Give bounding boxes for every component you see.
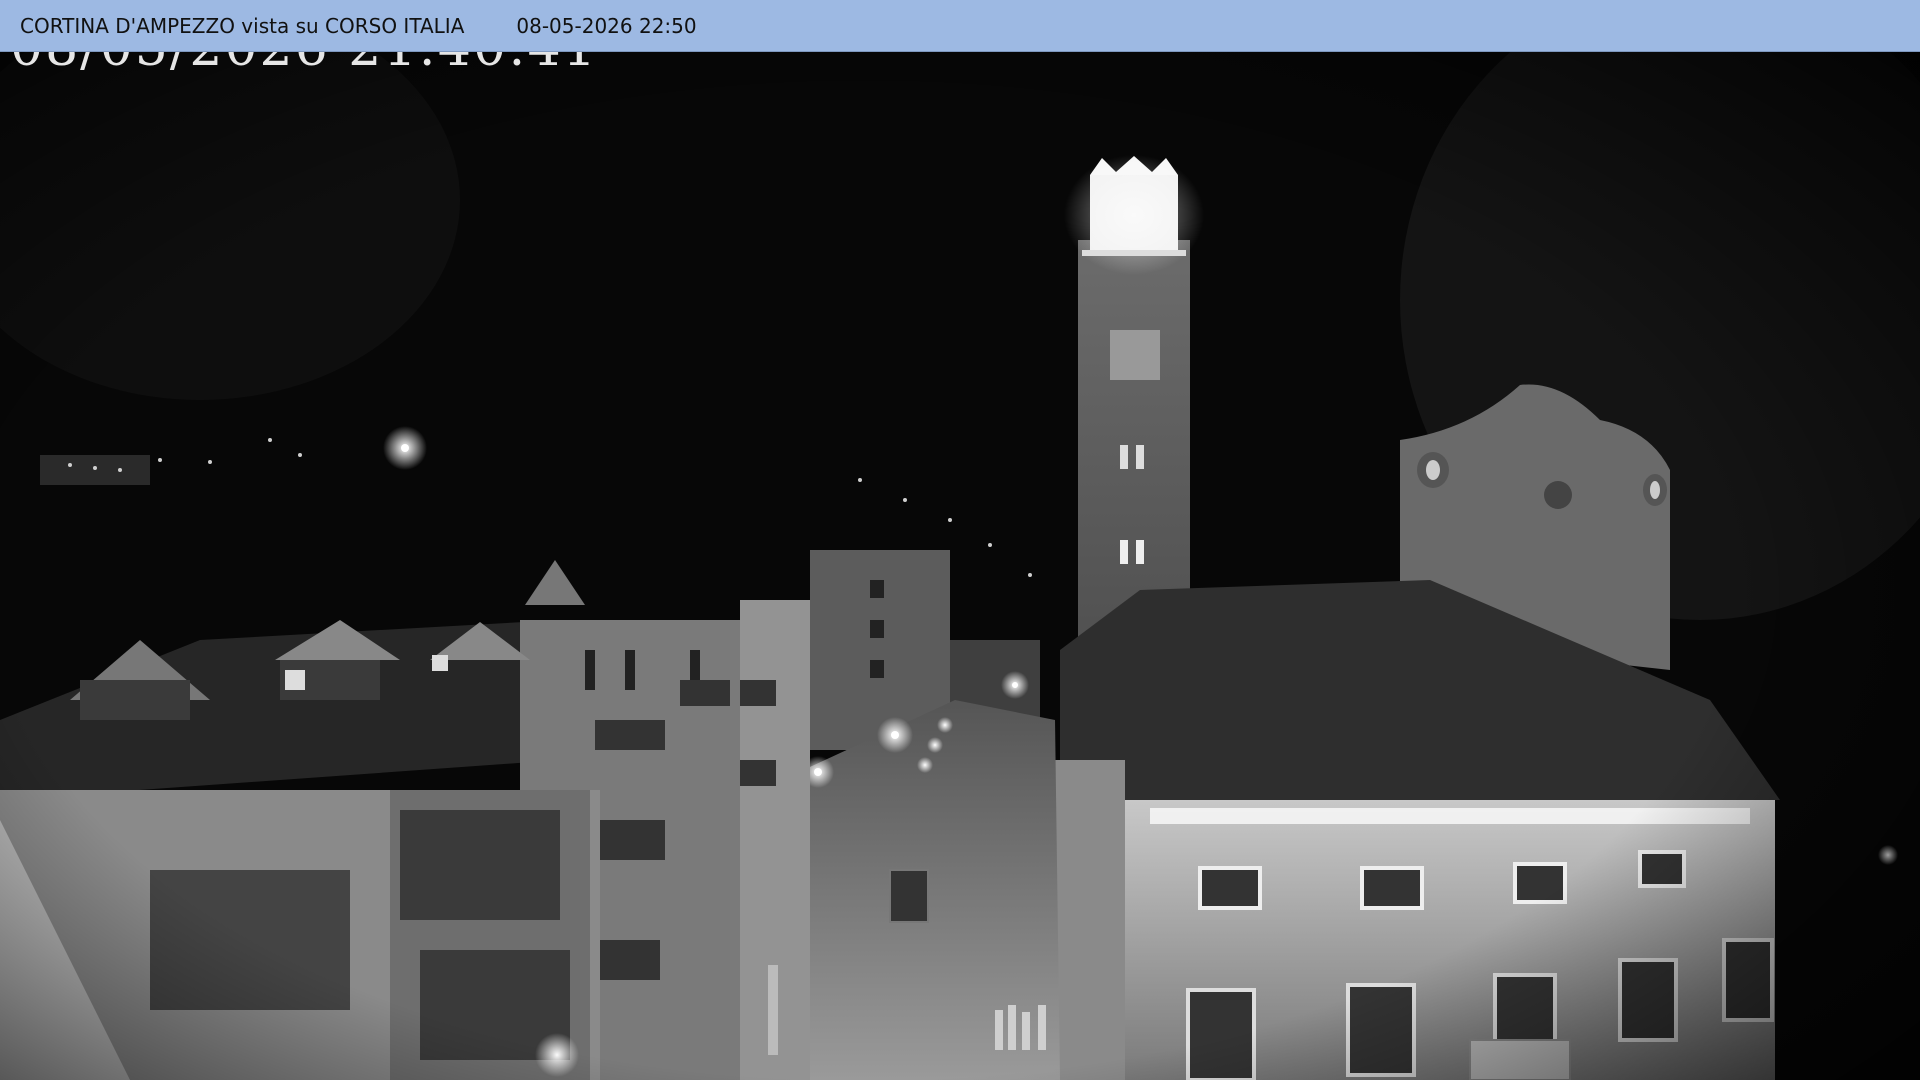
night-street-scene (0, 0, 1920, 1080)
webcam-header: CORTINA D'AMPEZZO vista su CORSO ITALIA … (0, 0, 1920, 52)
webcam-title: CORTINA D'AMPEZZO vista su CORSO ITALIA (20, 13, 465, 38)
webcam-view: CORTINA D'AMPEZZO vista su CORSO ITALIA … (0, 0, 1920, 1080)
webcam-timestamp: 08-05-2026 22:50 (516, 13, 697, 38)
